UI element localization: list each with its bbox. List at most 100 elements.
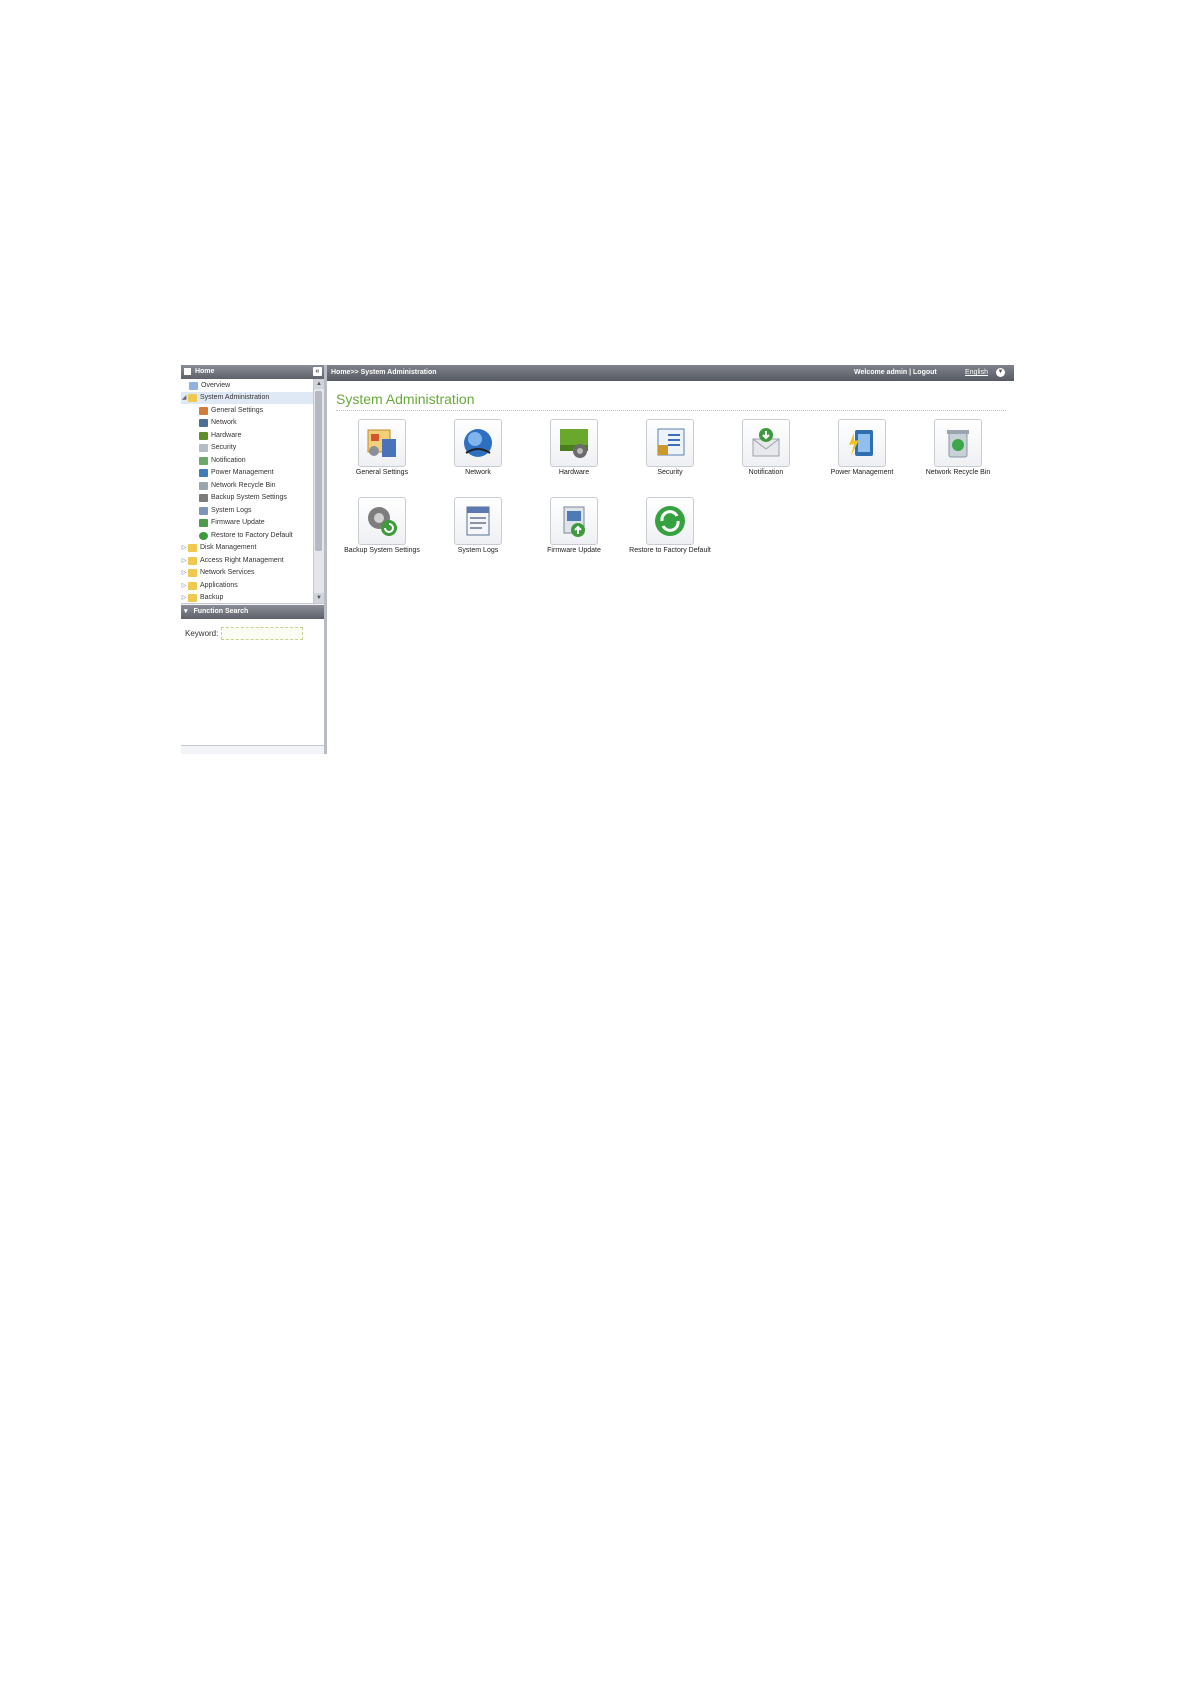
- tree-item-notification[interactable]: Notification: [199, 455, 246, 467]
- folder-icon: [188, 394, 197, 402]
- tree-item-network-services[interactable]: ▷ Network Services: [181, 567, 254, 579]
- language-selector[interactable]: English: [965, 365, 988, 381]
- collapsed-arrow-icon: ▷: [181, 558, 187, 564]
- folder-icon: [188, 557, 197, 565]
- top-bar: Home>> System Administration Welcome adm…: [327, 365, 1014, 381]
- tile-label: Security: [657, 469, 683, 476]
- keyword-input[interactable]: [221, 627, 304, 640]
- tile-network[interactable]: Network: [433, 419, 523, 476]
- notification-icon: [742, 419, 790, 467]
- tile-hardware[interactable]: Hardware: [529, 419, 619, 476]
- tree-header-label: Home: [194, 368, 215, 375]
- tree-item-label: Restore to Factory Default: [211, 532, 293, 539]
- tile-label: Notification: [748, 469, 784, 476]
- chevron-down-icon[interactable]: ▼: [996, 368, 1005, 377]
- logs-icon: [454, 497, 502, 545]
- tile-label: Firmware Update: [547, 547, 601, 554]
- tree-item-label: Applications: [200, 582, 238, 589]
- backup-icon: [199, 494, 208, 502]
- tree-item-label: Access Right Management: [200, 557, 284, 564]
- tree-item-general-settings[interactable]: General Settings: [199, 405, 263, 417]
- tile-notification[interactable]: Notification: [721, 419, 811, 476]
- tree-item-access-right-management[interactable]: ▷ Access Right Management: [181, 555, 284, 567]
- tile-restore-factory-default[interactable]: Restore to Factory Default: [625, 497, 715, 554]
- tree-item-system-administration[interactable]: ◢ System Administration: [181, 392, 314, 404]
- welcome-logout[interactable]: Welcome admin | Logout: [854, 365, 937, 381]
- network-icon: [199, 419, 208, 427]
- tree-item-label: General Settings: [211, 407, 264, 414]
- main-panel: Home>> System Administration Welcome adm…: [327, 365, 1014, 754]
- tree-item-restore-factory-default[interactable]: Restore to Factory Default: [199, 530, 293, 542]
- tree-item-label: Power Management: [211, 469, 274, 476]
- tree-item-disk-management[interactable]: ▷ Disk Management: [181, 542, 256, 554]
- keyword-row: Keyword:: [185, 627, 304, 640]
- tree-item-network-recycle-bin[interactable]: Network Recycle Bin: [199, 480, 276, 492]
- app-window: Home « Overview ◢ System Administration …: [181, 365, 1014, 754]
- network-icon: [454, 419, 502, 467]
- recycle-bin-icon: [199, 482, 208, 490]
- scroll-down-button[interactable]: ▼: [314, 593, 324, 603]
- tile-firmware-update[interactable]: Firmware Update: [529, 497, 619, 554]
- breadcrumb[interactable]: Home>> System Administration: [331, 365, 437, 381]
- folder-icon: [188, 594, 197, 602]
- tile-system-logs[interactable]: System Logs: [433, 497, 523, 554]
- navigation-tree: Overview ◢ System Administration General…: [181, 379, 324, 604]
- tree-item-system-logs[interactable]: System Logs: [199, 505, 251, 517]
- tile-label: Restore to Factory Default: [629, 547, 711, 554]
- notification-icon: [199, 457, 208, 465]
- tile-label: Network Recycle Bin: [925, 469, 991, 476]
- backup-icon: [358, 497, 406, 545]
- tree-item-applications[interactable]: ▷ Applications: [181, 580, 238, 592]
- folder-icon: [188, 569, 197, 577]
- tile-power-management[interactable]: Power Management: [817, 419, 907, 476]
- power-icon: [838, 419, 886, 467]
- general-settings-icon: [199, 407, 208, 415]
- tile-label: System Logs: [457, 547, 499, 554]
- tree-item-label: Network Recycle Bin: [211, 482, 276, 489]
- hardware-icon: [550, 419, 598, 467]
- tree-item-label: System Administration: [200, 394, 270, 401]
- collapsed-arrow-icon: ▷: [181, 595, 187, 601]
- left-panel: Home « Overview ◢ System Administration …: [181, 365, 327, 754]
- tree-item-backup[interactable]: ▷ Backup: [181, 592, 223, 603]
- logs-icon: [199, 507, 208, 515]
- tree-item-backup-system-settings[interactable]: Backup System Settings: [199, 492, 287, 504]
- folder-icon: [188, 544, 197, 552]
- hardware-icon: [199, 432, 208, 440]
- tree-item-label: Hardware: [211, 432, 242, 439]
- tree-item-security[interactable]: Security: [199, 442, 236, 454]
- tree-item-label: Backup System Settings: [211, 494, 287, 501]
- tree-item-network[interactable]: Network: [199, 417, 237, 429]
- recycle-bin-icon: [934, 419, 982, 467]
- keyword-label: Keyword:: [185, 629, 219, 638]
- scroll-thumb[interactable]: [315, 391, 322, 551]
- overview-icon: [189, 382, 198, 390]
- tree-item-label: Notification: [211, 457, 246, 464]
- tile-backup-system-settings[interactable]: Backup System Settings: [337, 497, 427, 554]
- firmware-icon: [550, 497, 598, 545]
- function-search-title: Function Search: [193, 608, 249, 615]
- restore-icon: [646, 497, 694, 545]
- tile-general-settings[interactable]: General Settings: [337, 419, 427, 476]
- tree-item-firmware-update[interactable]: Firmware Update: [199, 517, 265, 529]
- function-search-panel: ▾ Function Search Keyword:: [181, 605, 324, 746]
- tree-scrollbar[interactable]: ▲ ▼: [313, 379, 324, 603]
- home-icon: [184, 367, 191, 375]
- tree-item-label: Overview: [201, 382, 231, 389]
- tree-item-hardware[interactable]: Hardware: [199, 430, 241, 442]
- security-icon: [646, 419, 694, 467]
- scroll-up-button[interactable]: ▲: [314, 379, 324, 389]
- folder-icon: [188, 582, 197, 590]
- tile-label: Power Management: [830, 469, 894, 476]
- expanded-arrow-icon: ◢: [181, 395, 187, 401]
- collapsed-arrow-icon: ▷: [181, 545, 187, 551]
- tree-item-power-management[interactable]: Power Management: [199, 467, 274, 479]
- search-collapse-icon[interactable]: ▾: [184, 608, 188, 615]
- tree-item-label: Network Services: [200, 569, 255, 576]
- collapse-button[interactable]: «: [313, 367, 322, 376]
- title-divider: [336, 410, 1006, 411]
- tile-network-recycle-bin[interactable]: Network Recycle Bin: [913, 419, 1003, 476]
- tree-item-overview[interactable]: Overview: [189, 380, 230, 392]
- tile-security[interactable]: Security: [625, 419, 715, 476]
- page-title: System Administration: [336, 391, 475, 407]
